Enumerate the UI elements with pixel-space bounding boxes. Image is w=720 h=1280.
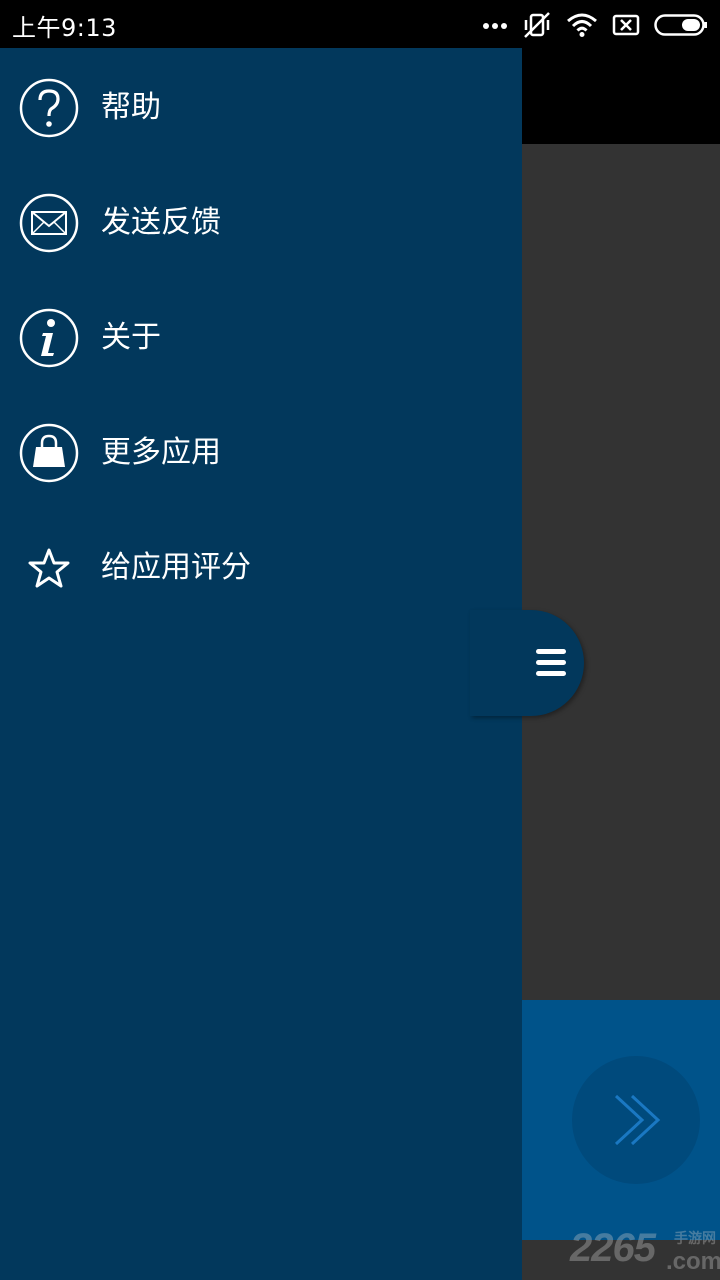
menu-item-rate-app[interactable]: 给应用评分 [0,518,522,618]
status-time: 上午9:13 [12,14,117,42]
app-content-area [522,144,720,1000]
menu-item-label: 帮助 [101,90,161,125]
menu-item-label: 给应用评分 [101,550,251,585]
menu-item-help[interactable]: 帮助 [0,58,522,158]
mail-icon [19,193,79,253]
navigation-drawer: 帮助 发送反馈 关于 更多应用 给应用评分 [0,48,522,1280]
star-icon [19,538,79,598]
menu-item-more-apps[interactable]: 更多应用 [0,403,522,503]
drawer-toggle-button[interactable] [470,610,584,716]
app-toolbar [522,48,720,144]
double-chevron-right-icon [614,1094,661,1146]
hamburger-menu-icon [536,649,566,676]
watermark: 2265 手游网 .com [570,1224,720,1280]
info-icon [19,308,79,368]
status-icons [482,9,708,41]
battery-icon [654,13,708,37]
next-button[interactable] [572,1056,700,1184]
menu-item-label: 更多应用 [101,435,221,470]
menu-item-label: 发送反馈 [101,205,221,240]
menu-item-feedback[interactable]: 发送反馈 [0,173,522,273]
wifi-icon [566,12,598,38]
watermark-number: 2265 [570,1226,656,1270]
watermark-domain: .com [666,1248,720,1275]
help-icon [19,78,79,138]
status-bar: 上午9:13 [0,0,720,48]
watermark-subtitle: 手游网 [674,1230,716,1246]
no-sim-icon [612,13,640,37]
shopping-bag-icon [19,423,79,483]
menu-item-label: 关于 [101,320,161,355]
vibrate-off-icon [522,10,552,40]
more-dots-icon [482,20,508,30]
menu-item-about[interactable]: 关于 [0,288,522,388]
